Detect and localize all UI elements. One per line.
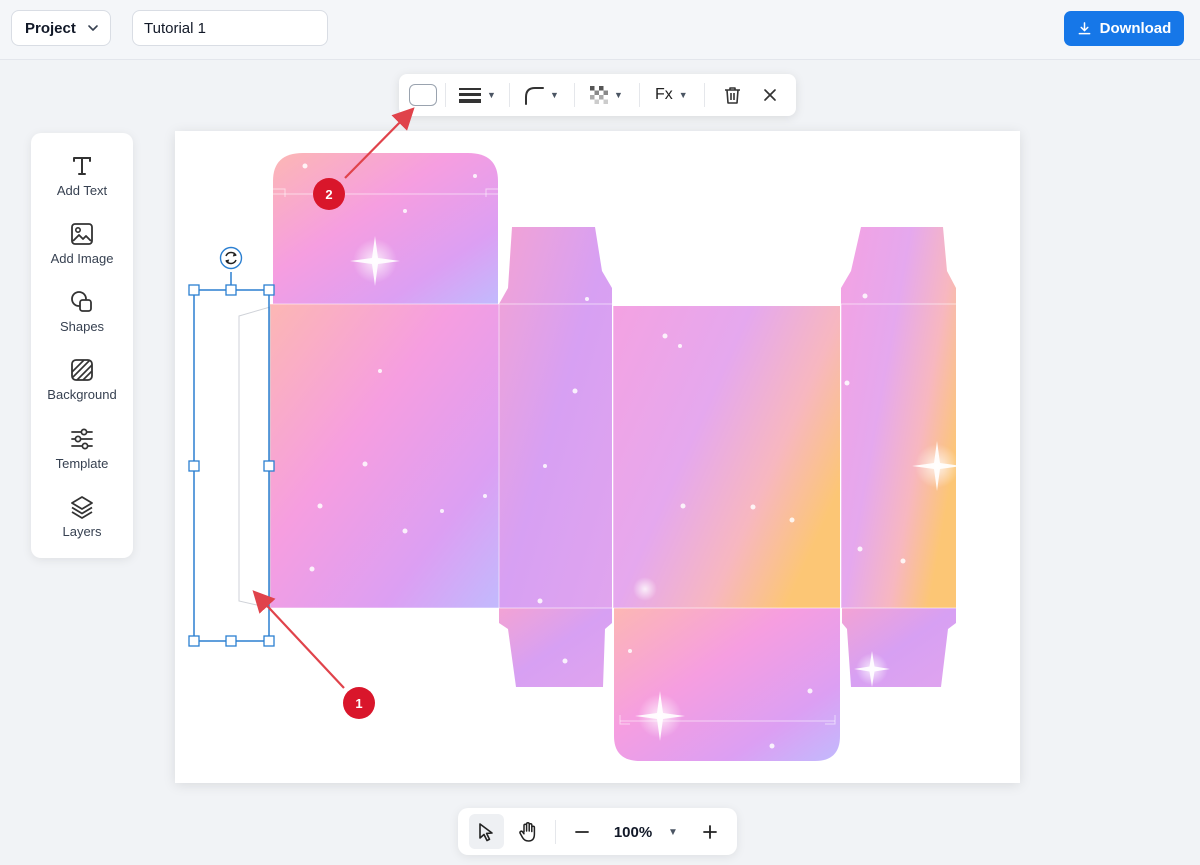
- front-panel[interactable]: [613, 306, 840, 608]
- layers-icon: [71, 496, 93, 519]
- resize-handle[interactable]: [225, 284, 237, 296]
- top-bar: Project Download: [0, 0, 1200, 60]
- add-text-tool[interactable]: Add Text: [31, 153, 133, 215]
- divider: [704, 83, 705, 107]
- resize-handle[interactable]: [263, 284, 275, 296]
- stroke-width-button[interactable]: ▼: [459, 74, 496, 116]
- download-label: Download: [1099, 20, 1172, 37]
- right-side-panel[interactable]: [841, 227, 956, 608]
- zoom-level[interactable]: 100%: [608, 820, 658, 844]
- pan-tool-button[interactable]: [510, 814, 545, 849]
- corner-radius-icon: [525, 87, 544, 105]
- stroke-width-icon: [459, 88, 481, 103]
- zoom-out-button[interactable]: [570, 820, 594, 844]
- background-label: Background: [47, 387, 117, 402]
- chevron-down-icon: [88, 25, 98, 31]
- resize-handle[interactable]: [188, 635, 200, 647]
- annotation-badge: 2: [313, 178, 345, 210]
- layers-tool[interactable]: Layers: [31, 494, 133, 556]
- zoom-in-button[interactable]: [698, 820, 722, 844]
- close-toolbar-button[interactable]: [763, 74, 777, 116]
- shapes-label: Shapes: [59, 319, 105, 334]
- add-image-label: Add Image: [50, 251, 114, 266]
- shapes-tool[interactable]: Shapes: [31, 289, 133, 351]
- background-icon: [71, 359, 93, 381]
- divider: [555, 820, 556, 844]
- caret-down-icon: ▼: [550, 90, 559, 100]
- caret-down-icon: ▼: [678, 90, 688, 100]
- divider: [445, 83, 446, 107]
- caret-down-icon: ▼: [668, 826, 678, 838]
- trash-icon: [725, 87, 740, 104]
- project-menu-label: Project: [25, 19, 76, 37]
- template-label: Template: [55, 456, 109, 471]
- zoom-dropdown-button[interactable]: ▼: [662, 820, 684, 844]
- divider: [639, 83, 640, 107]
- background-tool[interactable]: Background: [31, 357, 133, 419]
- top-lid-panel[interactable]: [273, 153, 498, 304]
- resize-handle[interactable]: [188, 460, 200, 472]
- opacity-button[interactable]: ▼: [590, 74, 623, 116]
- sliders-icon: [71, 428, 93, 450]
- layers-label: Layers: [62, 524, 102, 539]
- cursor-arrow-icon: [478, 822, 493, 841]
- rotate-handle-icon[interactable]: [219, 246, 243, 270]
- text-icon: [73, 157, 91, 175]
- bottom-flap-a[interactable]: [499, 608, 612, 687]
- opacity-icon: [590, 86, 608, 104]
- hand-icon: [518, 821, 535, 842]
- fill-color-button[interactable]: [409, 74, 437, 116]
- delete-button[interactable]: [724, 74, 741, 116]
- project-name-input[interactable]: [132, 10, 328, 46]
- project-menu-button[interactable]: Project: [11, 10, 111, 46]
- select-tool-button[interactable]: [469, 814, 504, 849]
- shapes-icon: [71, 291, 92, 312]
- left-side-panel[interactable]: [270, 304, 499, 608]
- bottom-lid-panel[interactable]: [614, 608, 840, 761]
- zoom-toolbar: 100% ▼: [458, 808, 737, 855]
- close-icon: [764, 89, 776, 101]
- plus-icon: [703, 825, 717, 839]
- resize-handle[interactable]: [263, 635, 275, 647]
- side-panel-a[interactable]: [499, 227, 612, 608]
- glue-flap[interactable]: [238, 306, 271, 609]
- corner-radius-button[interactable]: ▼: [524, 74, 559, 116]
- caret-down-icon: ▼: [487, 90, 496, 100]
- add-image-tool[interactable]: Add Image: [31, 221, 133, 283]
- zoom-level-value: 100%: [613, 823, 653, 841]
- element-toolbar: ▼ ▼ ▼ Fx ▼: [399, 74, 796, 116]
- resize-handle[interactable]: [225, 635, 237, 647]
- design-canvas[interactable]: [175, 131, 1020, 783]
- image-icon: [71, 223, 93, 245]
- download-button[interactable]: Download: [1064, 11, 1184, 46]
- caret-down-icon: ▼: [614, 90, 623, 100]
- tool-panel: Add Text Add Image Shapes Background Tem…: [31, 133, 133, 558]
- resize-handle[interactable]: [188, 284, 200, 296]
- fill-swatch: [409, 84, 437, 106]
- box-dieline[interactable]: [175, 131, 1020, 783]
- annotation-badge: 1: [343, 687, 375, 719]
- minus-icon: [575, 831, 589, 833]
- divider: [574, 83, 575, 107]
- add-text-label: Add Text: [56, 183, 108, 198]
- download-icon: [1078, 22, 1091, 35]
- divider: [509, 83, 510, 107]
- resize-handle[interactable]: [263, 460, 275, 472]
- template-tool[interactable]: Template: [31, 426, 133, 488]
- effects-button[interactable]: Fx ▼: [655, 74, 688, 116]
- effects-label: Fx: [655, 86, 673, 103]
